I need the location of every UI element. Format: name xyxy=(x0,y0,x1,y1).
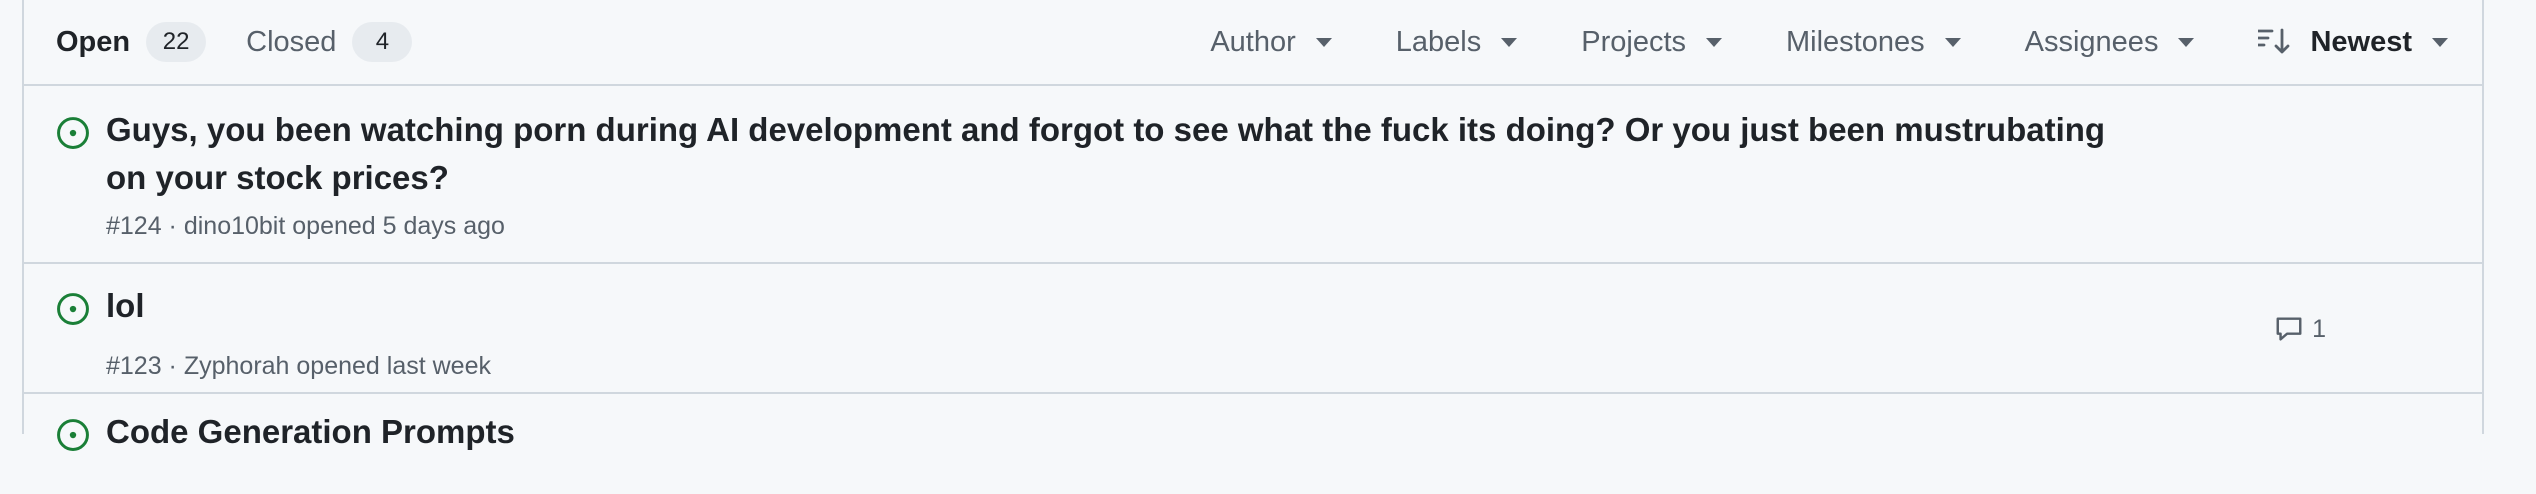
open-issues-tab[interactable]: Open 22 xyxy=(56,22,207,62)
comment-icon xyxy=(2276,317,2302,341)
issue-opened-icon xyxy=(57,117,89,149)
author-filter[interactable]: Author xyxy=(1210,25,1332,59)
open-issues-label: Open xyxy=(56,25,131,58)
open-issues-count: 22 xyxy=(146,22,207,62)
closed-issues-count: 4 xyxy=(352,22,413,62)
issue-opened-icon xyxy=(57,293,89,325)
issue-meta: #123 · Zyphorah opened last week xyxy=(106,352,491,380)
triangle-down-icon xyxy=(1315,37,1332,47)
issues-list-box: Open 22 Closed 4 Author Labels Projects xyxy=(22,0,2484,451)
comments-link[interactable]: 1 xyxy=(2274,314,2326,344)
issue-title-link[interactable]: Code Generation Prompts xyxy=(106,408,515,456)
comment-count: 1 xyxy=(2312,314,2326,343)
sort-dropdown[interactable]: Newest xyxy=(2258,26,2448,59)
labels-filter-label: Labels xyxy=(1395,25,1482,58)
issue-state-tabs: Open 22 Closed 4 xyxy=(56,22,413,62)
issue-meta: #124 · dino10bit opened 5 days ago xyxy=(106,212,505,240)
assignees-filter[interactable]: Assignees xyxy=(2025,26,2195,59)
triangle-down-icon xyxy=(1706,37,1723,47)
projects-filter-label: Projects xyxy=(1581,25,1687,58)
issue-title-link[interactable]: lol xyxy=(106,282,145,330)
issue-row: Guys, you been watching porn during AI d… xyxy=(24,86,2482,264)
issue-filters: Author Labels Projects Milestones Assign… xyxy=(1146,26,2448,59)
closed-issues-tab[interactable]: Closed 4 xyxy=(246,22,413,62)
issues-toolbar: Open 22 Closed 4 Author Labels Projects xyxy=(24,0,2482,86)
projects-filter[interactable]: Projects xyxy=(1581,25,1723,59)
triangle-down-icon xyxy=(1501,37,1518,47)
issue-title-link[interactable]: Guys, you been watching porn during AI d… xyxy=(106,106,2106,202)
milestones-filter-label: Milestones xyxy=(1786,25,1925,58)
triangle-down-icon xyxy=(2432,37,2448,47)
labels-filter[interactable]: Labels xyxy=(1395,25,1518,59)
issue-row: Code Generation Prompts xyxy=(24,394,2482,494)
sort-desc-icon xyxy=(2258,28,2290,54)
milestones-filter[interactable]: Milestones xyxy=(1786,26,1961,59)
assignees-filter-label: Assignees xyxy=(2024,25,2159,58)
author-filter-label: Author xyxy=(1210,25,1296,58)
triangle-down-icon xyxy=(2178,37,2195,47)
sort-label: Newest xyxy=(2310,25,2412,58)
issue-row: lol #123 · Zyphorah opened last week 1 xyxy=(24,264,2482,394)
triangle-down-icon xyxy=(1944,37,1961,47)
closed-issues-label: Closed xyxy=(246,25,337,58)
issue-opened-icon xyxy=(57,419,89,451)
